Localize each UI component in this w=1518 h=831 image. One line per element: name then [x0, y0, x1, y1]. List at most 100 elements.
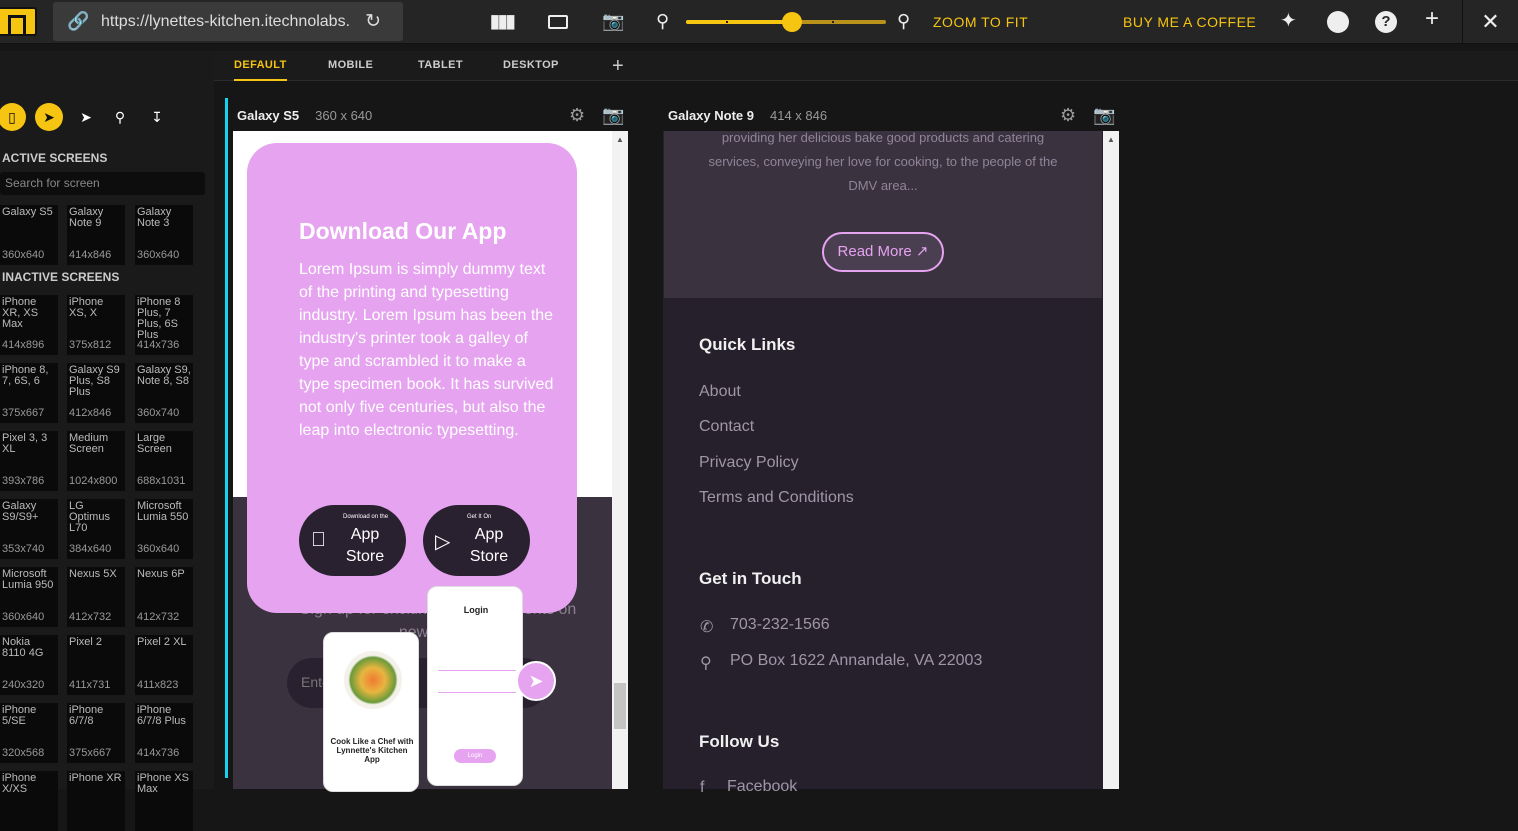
screen-card[interactable]: iPhone 8, 7, 6S, 6 375x667 — [0, 363, 58, 423]
play-big-text: App Store — [469, 526, 509, 565]
arrow-up-right-icon: ↗ — [915, 243, 929, 260]
screen-card[interactable]: Galaxy Note 3 360x640 — [135, 205, 193, 265]
play-store-button[interactable]: ▷ Get It On App Store — [423, 505, 530, 576]
app-logo[interactable] — [0, 7, 37, 36]
screen-card[interactable]: Nexus 6P 412x732 — [135, 567, 193, 627]
github-icon[interactable] — [1327, 11, 1349, 33]
download-body: Lorem Ipsum is simply dummy text of the … — [299, 261, 554, 439]
screen-card-name: Pixel 2 — [69, 636, 103, 648]
device1-scroll-thumb[interactable] — [614, 683, 626, 729]
screen-card-dims: 360x640 — [2, 249, 45, 261]
screen-card-name: iPhone X/XS — [2, 772, 37, 795]
read-more-label: Read More — [837, 243, 912, 260]
screen-card[interactable]: Nokia 8110 4G 240x320 — [0, 635, 58, 695]
cursor-icon[interactable]: ➤ — [72, 103, 100, 131]
screen-card[interactable]: iPhone XR — [67, 771, 125, 831]
screen-card-dims: 384x640 — [69, 543, 112, 555]
reload-icon[interactable]: ↻ — [365, 2, 381, 41]
screen-card-dims: 375x667 — [69, 747, 112, 759]
screen-card[interactable]: iPhone XS, X 375x812 — [67, 295, 125, 355]
screen-card-name: Nexus 5X — [69, 568, 117, 580]
screen-card[interactable]: Pixel 2 XL 411x823 — [135, 635, 193, 695]
scroll-up-arrow[interactable]: ▲ — [1107, 135, 1115, 144]
screen-card[interactable]: Medium Screen 1024x800 — [67, 431, 125, 491]
screen-card-name: Pixel 3, 3 XL — [2, 432, 48, 455]
screen-card-dims: 414x846 — [69, 249, 112, 261]
zoom-slider[interactable] — [686, 12, 886, 32]
screen-card[interactable]: iPhone 8 Plus, 7 Plus, 6S Plus 414x736 — [135, 295, 193, 355]
zoom-out-icon[interactable]: ⚲ — [656, 10, 669, 32]
buy-me-a-coffee-link[interactable]: BUY ME A COFFEE — [1123, 14, 1256, 30]
gear-icon[interactable]: ⚙ — [569, 105, 585, 126]
url-text[interactable]: https://lynettes-kitchen.itechnolabs. — [101, 13, 350, 30]
screen-card[interactable]: LG Optimus L70 384x640 — [67, 499, 125, 559]
screen-card-dims: 414x896 — [2, 339, 45, 351]
screen-card-dims: 360x740 — [137, 407, 180, 419]
screen-card[interactable]: Galaxy S9/S9+ 353x740 — [0, 499, 58, 559]
screen-card[interactable]: Microsoft Lumia 550 360x640 — [135, 499, 193, 559]
device1-name: Galaxy S5 — [237, 108, 300, 123]
search-icon[interactable]: ⚲ — [106, 103, 134, 131]
scroll-up-arrow[interactable]: ▲ — [616, 135, 624, 144]
screen-card[interactable]: Nexus 5X 412x732 — [67, 567, 125, 627]
tab-mobile[interactable]: MOBILE — [328, 51, 373, 81]
screen-card[interactable]: iPhone 6/7/8 375x667 — [67, 703, 125, 763]
footer-link-contact[interactable]: Contact — [699, 418, 754, 436]
screen-card-dims: 1024x800 — [69, 475, 118, 487]
screen-card-dims: 411x823 — [137, 679, 179, 691]
facebook-link[interactable]: Facebook — [727, 778, 797, 796]
screen-card-name: Large Screen — [137, 432, 172, 455]
device2-name: Galaxy Note 9 — [668, 108, 754, 123]
screen-card[interactable]: iPhone XS Max — [135, 771, 193, 831]
screen-card[interactable]: Pixel 2 411x731 — [67, 635, 125, 695]
url-bar[interactable]: 🔗 https://lynettes-kitchen.itechnolabs. … — [53, 2, 403, 41]
device2-dims: 414 x 846 — [770, 108, 828, 123]
send-icon[interactable]: ➤ — [516, 661, 556, 701]
screen-card[interactable]: Galaxy S9, Note 8, S8 360x740 — [135, 363, 193, 423]
screen-card[interactable]: iPhone X/XS — [0, 771, 58, 831]
footer-link-privacy[interactable]: Privacy Policy — [699, 454, 799, 472]
zoom-slider-knob[interactable] — [782, 12, 802, 32]
layout-columns-icon[interactable]: ▮▮▮ — [490, 10, 516, 32]
screen-card[interactable]: iPhone 5/SE 320x568 — [0, 703, 58, 763]
contact-phone[interactable]: 703-232-1566 — [730, 616, 830, 634]
footer-link-terms[interactable]: Terms and Conditions — [699, 489, 854, 507]
twitter-icon[interactable]: ✦ — [1280, 10, 1297, 32]
screen-card-name: iPhone 6/7/8 Plus — [137, 704, 186, 727]
screen-card[interactable]: Galaxy Note 9 414x846 — [67, 205, 125, 265]
close-button[interactable]: ✕ — [1462, 0, 1518, 44]
tab-default[interactable]: DEFAULT — [234, 51, 287, 81]
tab-tablet[interactable]: TABLET — [418, 51, 463, 81]
device2-scrollbar[interactable] — [1103, 131, 1119, 789]
device-toggle-icon[interactable]: ▯ — [0, 103, 26, 131]
screen-card[interactable]: Pixel 3, 3 XL 393x786 — [0, 431, 58, 491]
screen-search-input[interactable]: Search for screen — [0, 172, 205, 195]
add-tab-button[interactable]: + — [612, 51, 624, 81]
screen-card[interactable]: Galaxy S5 360x640 — [0, 205, 58, 265]
camera-icon[interactable]: 📷 — [602, 105, 624, 126]
zoom-in-icon[interactable]: ⚲ — [897, 10, 910, 32]
screenshot-icon[interactable]: 📷 — [602, 10, 624, 32]
help-icon[interactable]: ? — [1375, 11, 1397, 33]
read-more-button[interactable]: Read More ↗ — [822, 232, 944, 272]
phone-login-title: Login — [463, 605, 489, 615]
quick-links-heading: Quick Links — [699, 335, 796, 354]
apple-store-button[interactable]:  Download on the App Store — [299, 505, 406, 576]
screen-card[interactable]: Large Screen 688x1031 — [135, 431, 193, 491]
screen-card[interactable]: iPhone XR, XS Max 414x896 — [0, 295, 58, 355]
screen-card[interactable]: Galaxy S9 Plus, S8 Plus 412x846 — [67, 363, 125, 423]
download-icon[interactable]: ↧ — [143, 103, 171, 131]
device-frame-icon[interactable] — [548, 15, 568, 29]
camera-icon[interactable]: 📷 — [1093, 105, 1115, 126]
gear-icon[interactable]: ⚙ — [1060, 105, 1076, 126]
toolbar: 🔗 https://lynettes-kitchen.itechnolabs. … — [0, 0, 1518, 44]
add-icon[interactable]: + — [1425, 7, 1439, 31]
pointer-sync-icon[interactable]: ➤ — [35, 103, 63, 131]
zoom-to-fit-button[interactable]: ZOOM TO FIT — [933, 14, 1028, 30]
screen-card-dims: 414x736 — [137, 339, 180, 351]
screen-card[interactable]: Microsoft Lumia 950 360x640 — [0, 567, 58, 627]
screen-card[interactable]: iPhone 6/7/8 Plus 414x736 — [135, 703, 193, 763]
inactive-screens-heading: INACTIVE SCREENS — [2, 270, 120, 284]
footer-link-about[interactable]: About — [699, 383, 741, 401]
tab-desktop[interactable]: DESKTOP — [503, 51, 559, 81]
